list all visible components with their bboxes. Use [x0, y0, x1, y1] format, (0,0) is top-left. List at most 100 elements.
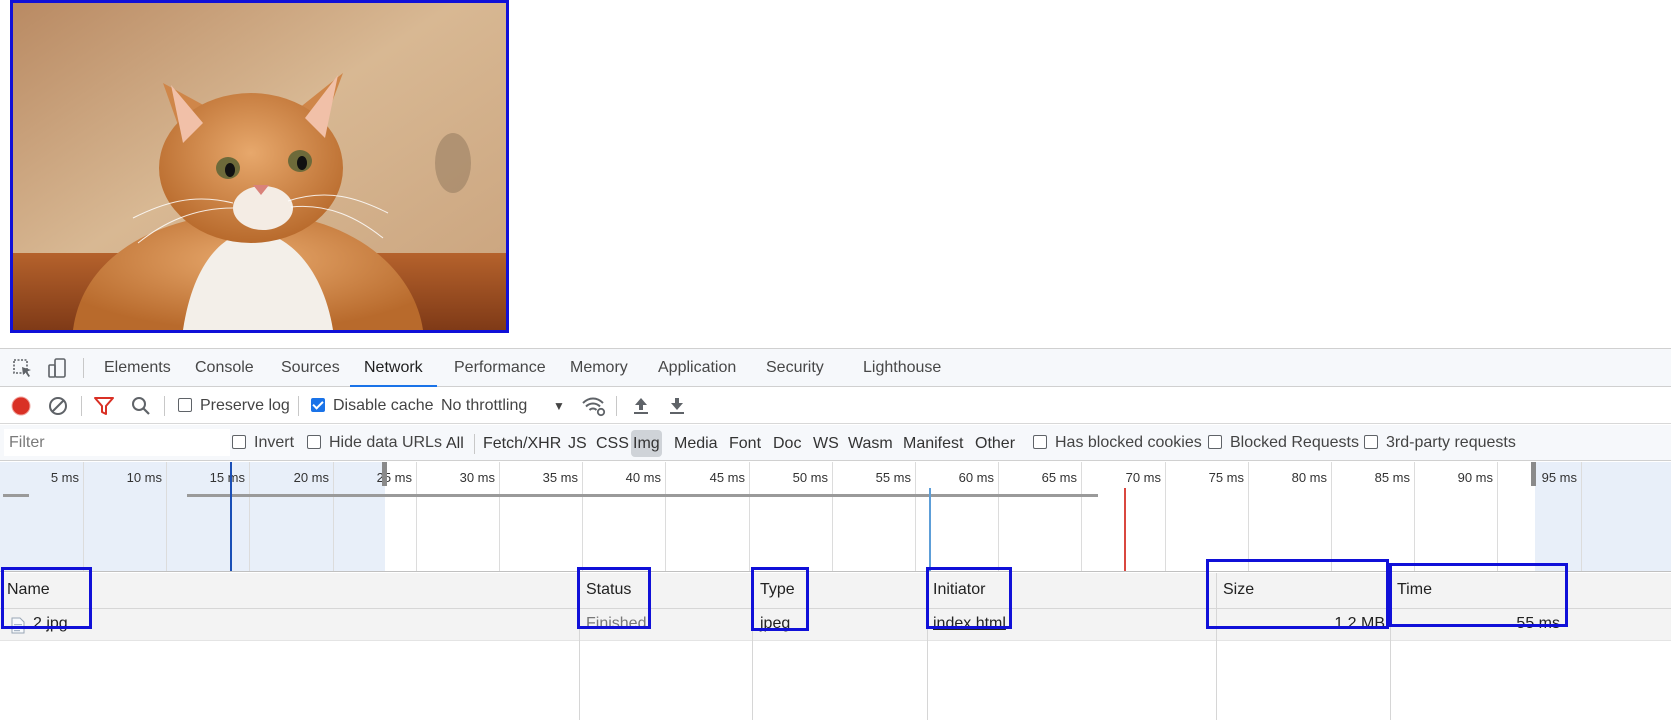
domcontentloaded-line: [230, 462, 232, 571]
invert-label: Invert: [254, 434, 295, 451]
overview-tick-label: 15 ms: [209, 470, 245, 485]
type-filter-ws[interactable]: WS: [811, 430, 841, 457]
overview-gridline: [1414, 462, 1415, 571]
type-filter-other[interactable]: Other: [973, 430, 1017, 457]
filterbar-separator: [474, 434, 475, 454]
filter-icon[interactable]: [93, 395, 115, 417]
toolbar-separator: [298, 396, 299, 416]
overview-right-handle[interactable]: [1531, 462, 1536, 486]
overview-tick-label: 50 ms: [792, 470, 828, 485]
clear-icon[interactable]: [47, 395, 69, 417]
disable-cache-label: Disable cache: [333, 397, 434, 414]
tab-security[interactable]: Security: [766, 349, 824, 387]
tab-application[interactable]: Application: [658, 349, 736, 387]
overview-tick-label: 75 ms: [1208, 470, 1244, 485]
highlight-box-name: [1, 567, 92, 629]
type-filter-css[interactable]: CSS: [594, 430, 631, 457]
device-toolbar-icon[interactable]: [46, 357, 68, 379]
overview-gridline: [1497, 462, 1498, 571]
blocked-requests-toggle[interactable]: Blocked Requests: [1208, 425, 1359, 461]
highlight-box-time: [1389, 563, 1568, 627]
disable-cache-checkbox[interactable]: [311, 398, 325, 412]
overview-tick-label: 85 ms: [1374, 470, 1410, 485]
invert-checkbox[interactable]: [232, 435, 246, 449]
has-blocked-cookies-checkbox[interactable]: [1033, 435, 1047, 449]
network-conditions-icon[interactable]: [581, 395, 607, 417]
overview-gridline: [998, 462, 999, 571]
overview-gridline: [582, 462, 583, 571]
overview-tick-label: 65 ms: [1041, 470, 1077, 485]
type-filter-js[interactable]: JS: [566, 430, 589, 457]
overview-tick-label: 35 ms: [542, 470, 578, 485]
tab-lighthouse[interactable]: Lighthouse: [863, 349, 941, 387]
cat-image-frame: [10, 0, 509, 333]
overview-tick-label: 95 ms: [1541, 470, 1577, 485]
type-filter-font[interactable]: Font: [727, 430, 763, 457]
has-blocked-cookies-toggle[interactable]: Has blocked cookies: [1033, 425, 1202, 461]
overview-gridline: [83, 462, 84, 571]
tabbar-separator: [83, 358, 84, 378]
hide-data-urls-checkbox[interactable]: [307, 435, 321, 449]
overview-bar: [187, 494, 1098, 497]
type-filter-all[interactable]: All: [444, 430, 466, 457]
overview-tick-label: 30 ms: [459, 470, 495, 485]
throttling-select[interactable]: No throttling ▼: [441, 388, 576, 424]
toolbar-separator: [616, 396, 617, 416]
network-toolbar: Preserve log Disable cache No throttling…: [0, 388, 1671, 424]
type-filter-img[interactable]: Img: [631, 430, 662, 457]
invert-toggle[interactable]: Invert: [232, 425, 294, 461]
preserve-log-checkbox[interactable]: [178, 398, 192, 412]
third-party-requests-checkbox[interactable]: [1364, 435, 1378, 449]
disable-cache-toggle[interactable]: Disable cache: [311, 388, 434, 424]
import-har-icon[interactable]: [630, 395, 652, 417]
network-overview[interactable]: 5 ms 10 ms 15 ms 20 ms 25 ms 30 ms 35 ms 40 ms 4…: [0, 462, 1671, 572]
overview-tick-label: 10 ms: [126, 470, 162, 485]
overview-gridline: [1581, 462, 1582, 571]
has-blocked-cookies-label: Has blocked cookies: [1055, 434, 1202, 451]
overview-gridline: [166, 462, 167, 571]
request-table: Name Status Type Initiator Size Time 2.j…: [0, 559, 1671, 720]
hide-data-urls-toggle[interactable]: Hide data URLs: [307, 425, 442, 461]
record-icon[interactable]: [10, 395, 32, 417]
tab-network[interactable]: Network: [350, 349, 437, 387]
type-filter-wasm[interactable]: Wasm: [846, 430, 895, 457]
filter-input[interactable]: [4, 429, 230, 456]
overview-tick-label: 20 ms: [293, 470, 329, 485]
overview-tick-label: 60 ms: [958, 470, 994, 485]
type-filter-media[interactable]: Media: [672, 430, 720, 457]
overview-gridline: [1165, 462, 1166, 571]
overview-tick-label: 55 ms: [875, 470, 911, 485]
third-party-requests-toggle[interactable]: 3rd-party requests: [1364, 425, 1516, 461]
overview-left-handle[interactable]: [382, 462, 387, 486]
overview-tick-label: 5 ms: [50, 470, 79, 485]
tab-elements[interactable]: Elements: [104, 349, 171, 387]
type-filter-doc[interactable]: Doc: [771, 430, 803, 457]
overview-tick-label: 40 ms: [625, 470, 661, 485]
search-icon[interactable]: [130, 395, 152, 417]
toolbar-separator: [164, 396, 165, 416]
overview-gridline: [499, 462, 500, 571]
type-filter-fetch-xhr[interactable]: Fetch/XHR: [481, 430, 563, 457]
highlight-box-size: [1206, 559, 1389, 629]
blocked-requests-label: Blocked Requests: [1230, 434, 1359, 451]
hide-data-urls-label: Hide data URLs: [329, 434, 442, 451]
overview-gridline: [665, 462, 666, 571]
export-har-icon[interactable]: [666, 395, 688, 417]
overview-gridline: [749, 462, 750, 571]
tab-performance[interactable]: Performance: [454, 349, 546, 387]
type-filter-manifest[interactable]: Manifest: [901, 430, 965, 457]
cat-photo: [13, 3, 506, 330]
overview-tick-label: 45 ms: [709, 470, 745, 485]
overview-gridline: [1248, 462, 1249, 571]
tab-sources[interactable]: Sources: [281, 349, 340, 387]
preserve-log-toggle[interactable]: Preserve log: [178, 388, 290, 424]
tab-memory[interactable]: Memory: [570, 349, 628, 387]
inspect-element-icon[interactable]: [12, 357, 34, 379]
request-marker: [929, 488, 931, 571]
overview-tick-label: 90 ms: [1457, 470, 1493, 485]
blocked-requests-checkbox[interactable]: [1208, 435, 1222, 449]
tab-console[interactable]: Console: [195, 349, 254, 387]
chevron-down-icon: ▼: [553, 399, 565, 413]
overview-gridline: [915, 462, 916, 571]
overview-gridline: [832, 462, 833, 571]
